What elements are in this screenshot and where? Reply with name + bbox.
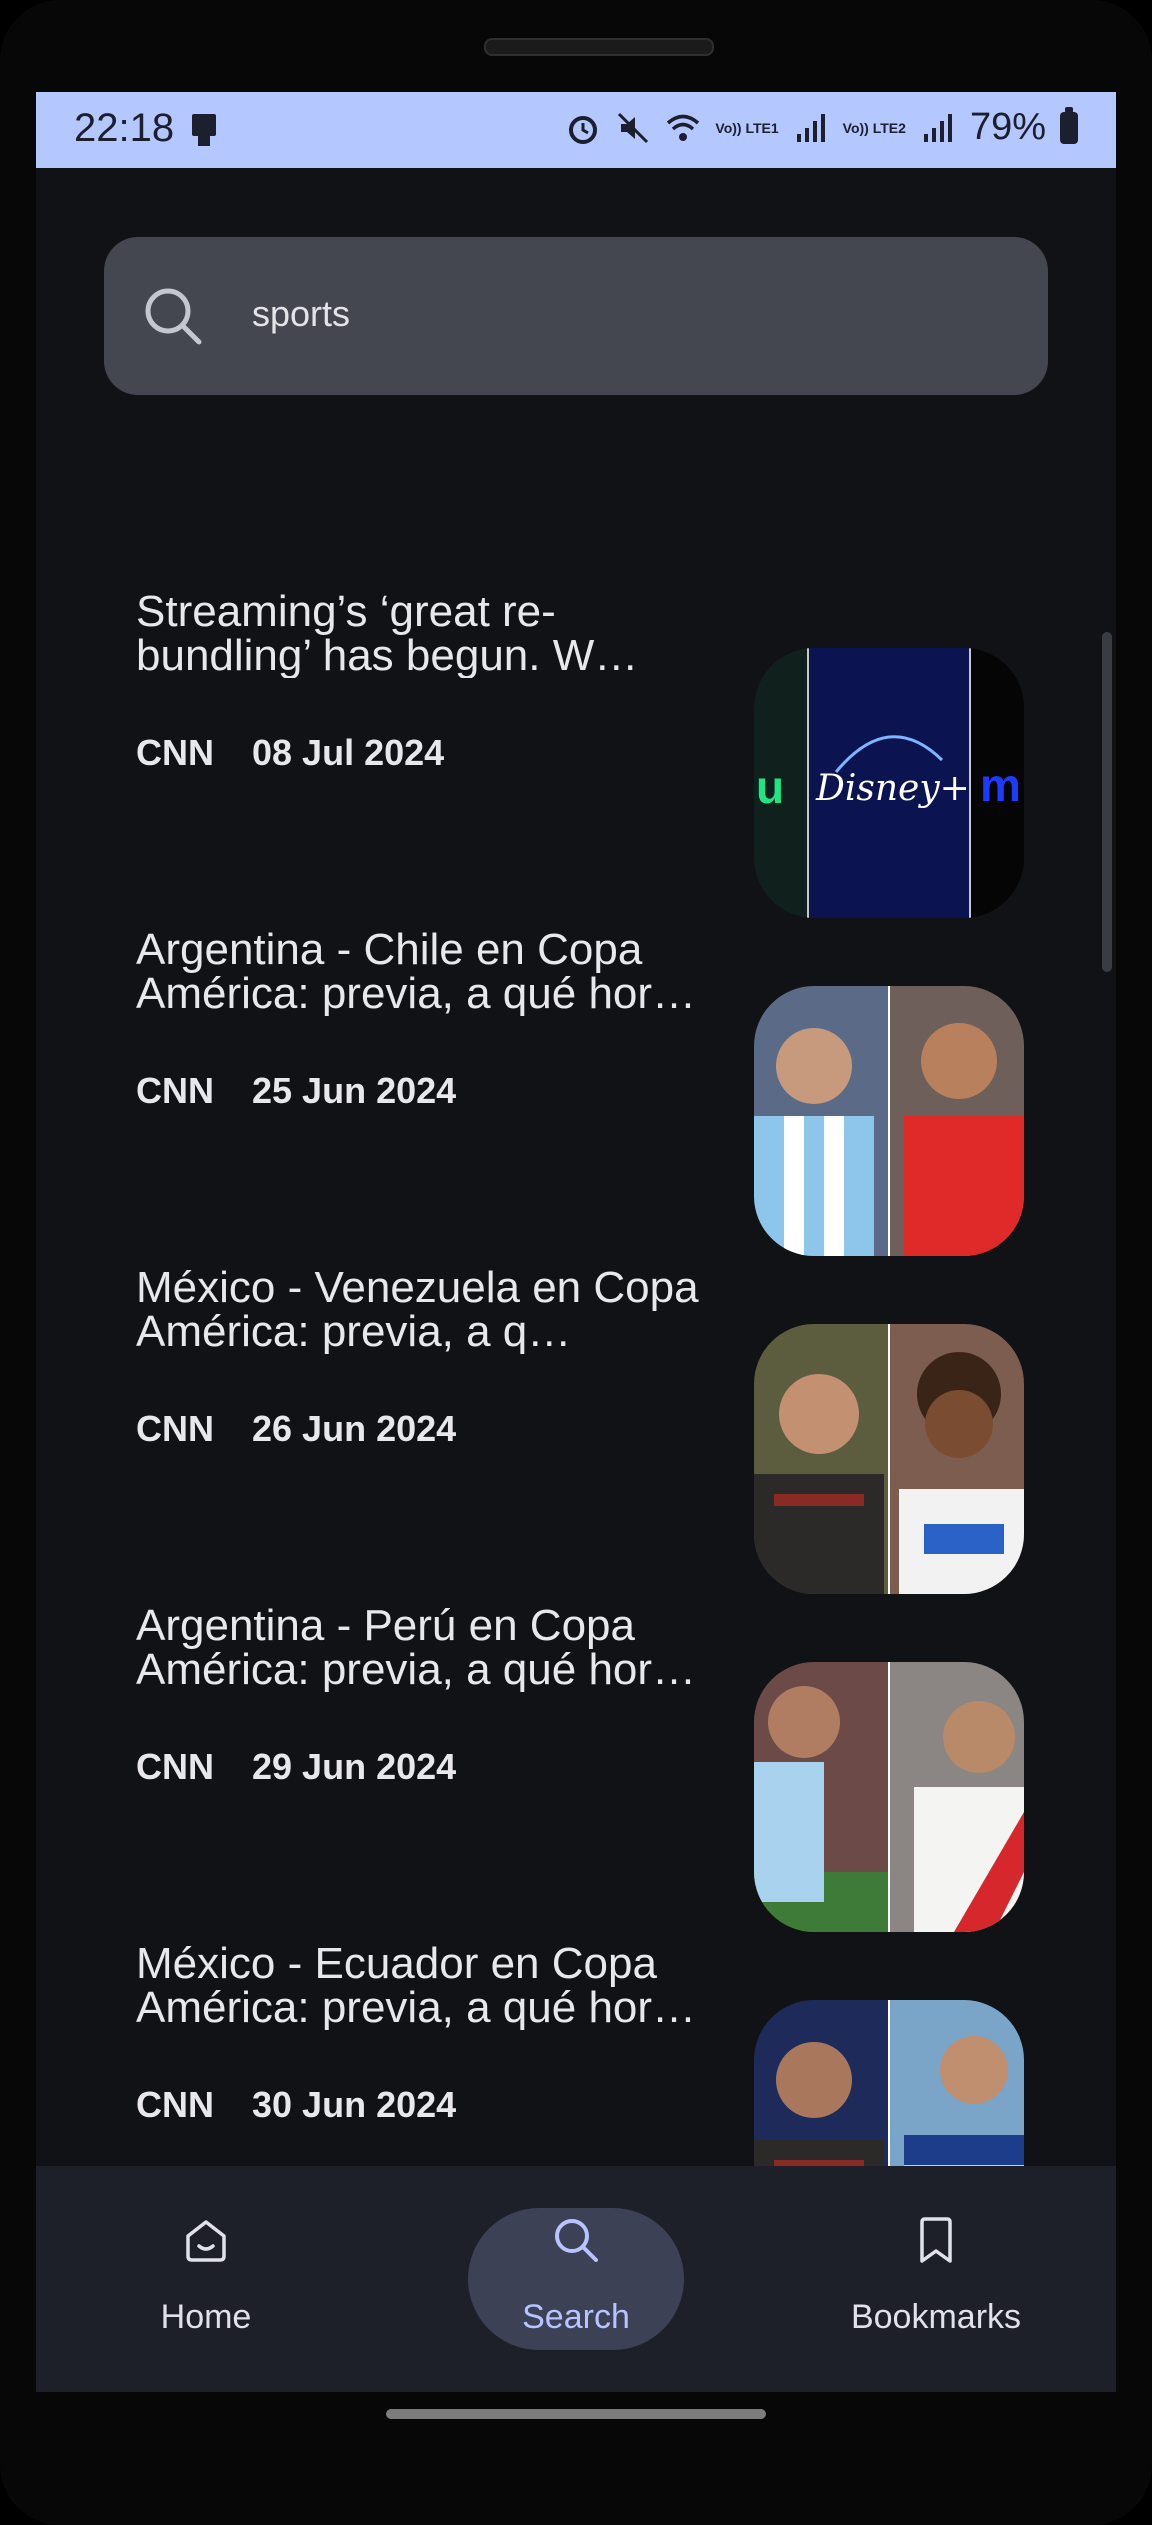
search-input[interactable] <box>252 293 952 335</box>
streaming-logos-image: u Disney+ m <box>754 648 1024 918</box>
screen-cast-icon <box>192 114 216 146</box>
nav-bookmarks-label: Bookmarks <box>850 2298 1022 2336</box>
home-icon <box>186 2220 226 2262</box>
players-photo <box>754 986 1024 1256</box>
article-date: 25 Jun 2024 <box>252 1070 457 1111</box>
article-title: México - Venezuela en Copa América: prev… <box>136 1266 699 1354</box>
search-icon <box>145 288 202 345</box>
article-date: 29 Jun 2024 <box>252 1746 457 1787</box>
status-icons: Vo)) LTE1 Vo)) LTE2 79% <box>565 106 1078 149</box>
article-meta: CNN 25 Jun 2024 <box>136 1070 456 1112</box>
sim1-label: Vo)) LTE1 <box>715 119 779 136</box>
battery-percent: 79% <box>969 106 1046 148</box>
article-item[interactable]: Streaming’s ‘great re-bundling’ has begu… <box>36 554 1116 918</box>
article-date: 08 Jul 2024 <box>252 732 445 773</box>
article-meta: CNN 26 Jun 2024 <box>136 1408 456 1450</box>
article-thumbnail <box>754 986 1024 1256</box>
article-source: CNN <box>136 732 214 773</box>
signal-icon <box>923 113 952 142</box>
nav-home-label: Home <box>160 2298 252 2336</box>
nav-bookmarks[interactable]: Bookmarks <box>836 2166 1036 2392</box>
search-icon <box>555 2219 598 2262</box>
signal-icon <box>796 113 825 142</box>
article-meta: CNN 30 Jun 2024 <box>136 2084 456 2126</box>
gesture-bar[interactable] <box>386 2409 766 2419</box>
search-bar[interactable] <box>104 237 1048 395</box>
bookmark-icon <box>920 2217 952 2263</box>
status-bar: 22:18 Vo)) LTE1 Vo)) LTE2 79% <box>36 92 1116 168</box>
earpiece <box>484 38 714 56</box>
players-photo <box>754 1324 1024 1594</box>
article-date: 30 Jun 2024 <box>252 2084 457 2125</box>
svg-text:Disney+: Disney+ <box>815 768 970 809</box>
article-date: 26 Jun 2024 <box>252 1408 457 1449</box>
article-source: CNN <box>136 1746 214 1787</box>
article-source: CNN <box>136 1070 214 1111</box>
app-screen: 22:18 Vo)) LTE1 Vo)) LTE2 79% sports Str… <box>36 92 1116 2392</box>
article-title: Argentina - Chile en Copa América: previ… <box>136 928 697 1016</box>
article-item[interactable]: Argentina - Chile en Copa América: previ… <box>36 892 1116 1256</box>
article-item[interactable]: México - Venezuela en Copa América: prev… <box>36 1230 1116 1594</box>
players-photo <box>754 1662 1024 1932</box>
nav-search[interactable]: Search <box>468 2166 684 2392</box>
sim2-label: Vo)) LTE2 <box>842 119 906 136</box>
article-title: México - Ecuador en Copa América: previa… <box>136 1942 697 2030</box>
phone-frame: 22:18 Vo)) LTE1 Vo)) LTE2 79% sports Str… <box>0 0 1152 2525</box>
svg-text:m: m <box>980 759 1021 811</box>
article-source: CNN <box>136 1408 214 1449</box>
article-title: Argentina - Perú en Copa América: previa… <box>136 1604 697 1692</box>
article-thumbnail: u Disney+ m <box>754 648 1024 918</box>
alarm-icon <box>569 115 598 144</box>
nav-search-label: Search <box>522 2298 630 2336</box>
article-source: CNN <box>136 2084 214 2125</box>
status-time: 22:18 <box>74 106 175 150</box>
svg-text:u: u <box>756 761 784 813</box>
article-meta: CNN 08 Jul 2024 <box>136 732 444 774</box>
mute-icon <box>618 112 649 143</box>
article-thumbnail <box>754 1324 1024 1594</box>
article-title: Streaming’s ‘great re-bundling’ has begu… <box>136 590 639 678</box>
article-thumbnail <box>754 1662 1024 1932</box>
battery-icon <box>1060 106 1078 144</box>
article-item[interactable]: México - Ecuador en Copa América: previa… <box>36 1906 1116 2270</box>
nav-home[interactable]: Home <box>106 2166 306 2392</box>
article-item[interactable]: Argentina - Perú en Copa América: previa… <box>36 1568 1116 1932</box>
bottom-navigation: Home Search Bookmarks <box>36 2166 1116 2392</box>
wifi-icon <box>667 114 700 141</box>
article-meta: CNN 29 Jun 2024 <box>136 1746 456 1788</box>
